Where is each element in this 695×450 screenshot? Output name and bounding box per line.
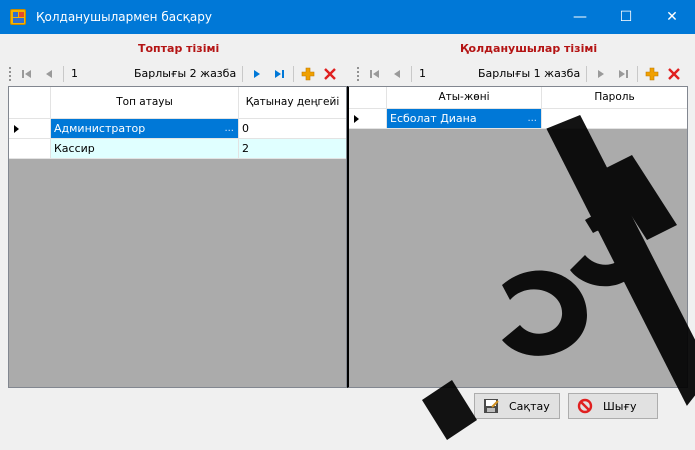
record-count: Барлығы 1 жазба (478, 67, 581, 80)
first-record-button[interactable] (18, 65, 36, 83)
toolbar-separator (242, 65, 244, 82)
prev-record-icon (394, 69, 400, 78)
no-entry-icon (577, 398, 593, 414)
cell-access-level[interactable]: 2 (239, 139, 346, 159)
last-record-icon (275, 69, 285, 78)
column-header-full-name[interactable]: Аты-жөні (387, 87, 542, 109)
toolbar-separator (63, 65, 64, 82)
next-record-button[interactable] (248, 65, 266, 83)
position-field[interactable]: 1 (67, 67, 89, 80)
row-selector[interactable] (9, 139, 51, 159)
cell-password[interactable] (542, 109, 687, 129)
table-row[interactable]: Администратор ... 0 (9, 119, 346, 139)
ellipsis-icon[interactable]: ... (527, 109, 537, 128)
delete-icon (324, 67, 337, 80)
current-row-icon (354, 115, 359, 123)
exit-button-label: Шығу (603, 399, 637, 413)
table-row[interactable]: Есболат Диана ... (349, 109, 687, 129)
column-header-password[interactable]: Пароль (542, 87, 687, 109)
toolbar-separator (293, 65, 295, 82)
column-header-access-level[interactable]: Қатынау деңгейі (239, 87, 346, 119)
first-record-icon (22, 69, 31, 78)
users-list-title: Қолданушылар тізімі (460, 42, 598, 55)
row-header-corner (9, 87, 51, 119)
add-record-button[interactable] (643, 65, 661, 83)
last-record-icon (619, 69, 629, 78)
prev-record-icon (46, 69, 52, 78)
grid-header: Аты-жөні Пароль (349, 87, 687, 109)
position-field[interactable]: 1 (415, 67, 437, 80)
save-button-label: Сақтау (509, 399, 550, 413)
groups-list-title: Топтар тізімі (138, 42, 220, 55)
table-row[interactable]: Кассир 2 (9, 139, 346, 159)
last-record-button[interactable] (270, 65, 288, 83)
next-record-button[interactable] (592, 65, 610, 83)
add-icon (301, 67, 315, 80)
save-icon (483, 398, 499, 414)
groups-navigator: 1 Барлығы 2 жазба (4, 61, 344, 86)
cell-access-level[interactable]: 0 (239, 119, 346, 139)
cell-full-name[interactable]: Есболат Диана ... (387, 109, 542, 129)
users-grid[interactable]: Аты-жөні Пароль Есболат Диана ... (347, 86, 688, 388)
toolbar-separator (637, 65, 639, 82)
cell-text: Администратор (54, 122, 146, 135)
close-button[interactable]: ✕ (649, 0, 695, 34)
delete-record-button[interactable] (321, 65, 339, 83)
toolbar-grip[interactable] (8, 65, 12, 82)
column-header-group-name[interactable]: Топ атауы (51, 87, 239, 119)
record-count: Барлығы 2 жазба (134, 67, 237, 80)
last-record-button[interactable] (614, 65, 632, 83)
toolbar-grip[interactable] (356, 65, 360, 82)
cell-group-name[interactable]: Кассир (51, 139, 239, 159)
minimize-button[interactable]: — (557, 0, 603, 34)
prev-record-button[interactable] (40, 65, 58, 83)
add-icon (645, 67, 659, 80)
row-header-corner (349, 87, 387, 109)
cell-group-name[interactable]: Администратор ... (51, 119, 239, 139)
next-record-icon (598, 69, 605, 78)
app-icon (10, 9, 26, 25)
groups-grid[interactable]: Топ атауы Қатынау деңгейі Администратор … (8, 86, 347, 388)
current-row-icon (14, 125, 19, 133)
toolbar-separator (411, 65, 412, 82)
window-title: Қолданушылармен басқару (36, 10, 212, 24)
ellipsis-icon[interactable]: ... (224, 119, 234, 138)
grid-header: Топ атауы Қатынау деңгейі (9, 87, 346, 119)
first-record-icon (370, 69, 379, 78)
prev-record-button[interactable] (388, 65, 406, 83)
save-button[interactable]: Сақтау (474, 393, 560, 419)
cell-text: Есболат Диана (390, 112, 477, 125)
delete-icon (668, 67, 681, 80)
title-bar: Қолданушылармен басқару — ☐ ✕ (0, 0, 695, 34)
first-record-button[interactable] (366, 65, 384, 83)
delete-record-button[interactable] (665, 65, 683, 83)
add-record-button[interactable] (299, 65, 317, 83)
maximize-button[interactable]: ☐ (603, 0, 649, 34)
row-selector[interactable] (349, 109, 387, 129)
exit-button[interactable]: Шығу (568, 393, 658, 419)
next-record-icon (254, 69, 261, 78)
toolbar-separator (586, 65, 588, 82)
users-navigator: 1 Барлығы 1 жазба (352, 61, 695, 86)
row-selector[interactable] (9, 119, 51, 139)
